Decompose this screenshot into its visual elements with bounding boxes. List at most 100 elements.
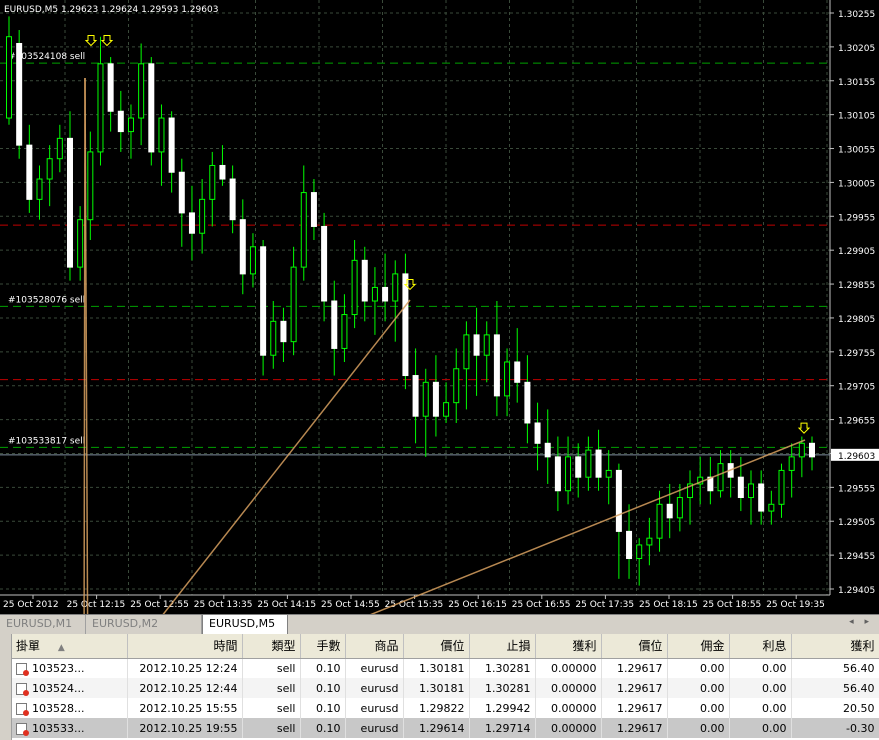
cell-text: 0.10 [316, 701, 341, 715]
cell-commission: 0.00 [667, 658, 730, 678]
chart-canvas[interactable]: 1.30255 1.30205 1.30155 1.30105 1.30055 1.300… [0, 0, 879, 614]
cell-text: 1.29617 [617, 701, 663, 715]
candle-body [310, 192, 317, 227]
candle-body [443, 402, 450, 417]
time-label: 25 Oct 14:15 [257, 600, 316, 610]
order-icon [16, 722, 29, 736]
price-label: 1.29705 [838, 383, 875, 393]
cell-text: sell [276, 661, 296, 675]
cell-current-price: 1.29617 [601, 658, 668, 678]
cell-text: 0.00 [700, 701, 725, 715]
table-row[interactable]: 103533... 2012.10.25 19:55 sell 0.10 eurusd 1… [12, 718, 879, 738]
cell-stop-loss: 1.29942 [469, 698, 536, 718]
cell-profit: -0.30 [791, 718, 879, 738]
candle-body [219, 164, 226, 180]
cell-time: 2012.10.25 12:44 [127, 678, 243, 698]
col-header-type[interactable]: 類型 [242, 634, 301, 659]
cell-text: 103533... [32, 721, 85, 735]
candle-body [36, 178, 43, 200]
tab-eurusd-m1[interactable]: EURUSD,M1 [0, 615, 86, 634]
candle-body [422, 381, 429, 417]
candle-body [321, 225, 328, 302]
cell-text: 1.29822 [419, 701, 465, 715]
cell-lots: 0.10 [300, 678, 346, 698]
terminal-side-handle[interactable] [0, 634, 12, 740]
cell-stop-loss: 1.29714 [469, 718, 536, 738]
cell-time: 2012.10.25 19:55 [127, 718, 243, 738]
candle-body [270, 320, 277, 356]
cell-text: 0.00000 [551, 661, 597, 675]
col-header-profit[interactable]: 獲利 [791, 634, 879, 659]
cell-profit: 56.40 [791, 678, 879, 698]
price-label: 1.29455 [838, 552, 875, 562]
col-header-commission[interactable]: 佣金 [667, 634, 730, 659]
candle-body [371, 286, 378, 302]
candle-body [788, 456, 795, 471]
candle-body [199, 198, 206, 234]
candle-body [432, 381, 439, 417]
candle-body [524, 381, 531, 424]
price-label: 1.29755 [838, 349, 875, 359]
col-header-lots[interactable]: 手數 [300, 634, 346, 659]
price-chart[interactable]: 1.30255 1.30205 1.30155 1.30105 1.30055 1.300… [0, 0, 879, 614]
cell-type: sell [242, 658, 301, 678]
cell-text: 103524... [32, 681, 85, 695]
col-header-stop-loss[interactable]: 止損 [469, 634, 536, 659]
col-header-swap[interactable]: 利息 [729, 634, 792, 659]
price-label: 1.30255 [838, 10, 875, 20]
cell-profit: 56.40 [791, 658, 879, 678]
candle-body [504, 361, 511, 397]
cell-swap: 0.00 [729, 678, 792, 698]
price-label: 1.30055 [838, 146, 875, 156]
col-header-current-price[interactable]: 價位 [601, 634, 668, 659]
cell-text: 1.29617 [617, 661, 663, 675]
cell-text: eurusd [360, 721, 399, 735]
candle-body [463, 334, 470, 370]
chart-tab-bar: EURUSD,M1 EURUSD,M2 (offline) EURUSD,M5 … [0, 614, 879, 648]
cell-text: 0.00 [762, 661, 787, 675]
col-header-ticket[interactable]: 掛單 ▲ [12, 634, 128, 659]
col-header-time[interactable]: 時間 [127, 634, 243, 659]
cell-text: 1.30281 [485, 661, 531, 675]
col-header-symbol[interactable]: 商品 [345, 634, 404, 659]
cell-text: eurusd [360, 661, 399, 675]
cell-text: 1.29614 [419, 721, 465, 735]
candle-body [809, 442, 815, 458]
cell-time: 2012.10.25 12:24 [127, 658, 243, 678]
col-header-open-price[interactable]: 價位 [403, 634, 470, 659]
candle-body [737, 476, 744, 499]
cell-current-price: 1.29617 [601, 718, 668, 738]
tab-scroll-arrows-icon[interactable]: ◂ ▸ [849, 617, 873, 627]
candle-body [565, 456, 572, 492]
cell-text: 1.29714 [485, 721, 531, 735]
candle-body [544, 442, 551, 458]
table-row[interactable]: 103524... 2012.10.25 12:44 sell 0.10 eurusd 1… [12, 678, 879, 698]
candle-body [280, 320, 287, 343]
candle-body [585, 449, 592, 478]
time-label: 25 Oct 2012 [3, 600, 59, 610]
cell-text: 0.00 [762, 681, 787, 695]
price-label: 1.29855 [838, 281, 875, 291]
cell-text: sell [276, 701, 296, 715]
cell-commission: 0.00 [667, 718, 730, 738]
cell-profit: 20.50 [791, 698, 879, 718]
candle-body [178, 171, 185, 214]
table-row[interactable]: 103523... 2012.10.25 12:24 sell 0.10 eurusd 1… [12, 658, 879, 678]
candle-body [402, 273, 409, 377]
cell-ticket: 103533... [12, 718, 128, 738]
cell-text: 1.30181 [419, 661, 465, 675]
price-label: 1.30105 [838, 112, 875, 122]
candle-body [341, 314, 348, 349]
cell-text: 2012.10.25 15:55 [139, 701, 238, 715]
cell-text: 20.50 [843, 701, 875, 715]
cell-commission: 0.00 [667, 678, 730, 698]
candle-body [493, 334, 500, 397]
table-row[interactable]: 103528... 2012.10.25 15:55 sell 0.10 eurusd 1… [12, 698, 879, 718]
col-header-take-profit[interactable]: 獲利 [535, 634, 602, 659]
cell-commission: 0.00 [667, 698, 730, 718]
candle-body [87, 151, 94, 221]
tab-eurusd-m2-offline[interactable]: EURUSD,M2 (offline) [86, 615, 202, 648]
candle-body [46, 158, 53, 180]
tab-eurusd-m5[interactable]: EURUSD,M5 [202, 615, 288, 635]
time-label: 25 Oct 16:55 [512, 600, 571, 610]
